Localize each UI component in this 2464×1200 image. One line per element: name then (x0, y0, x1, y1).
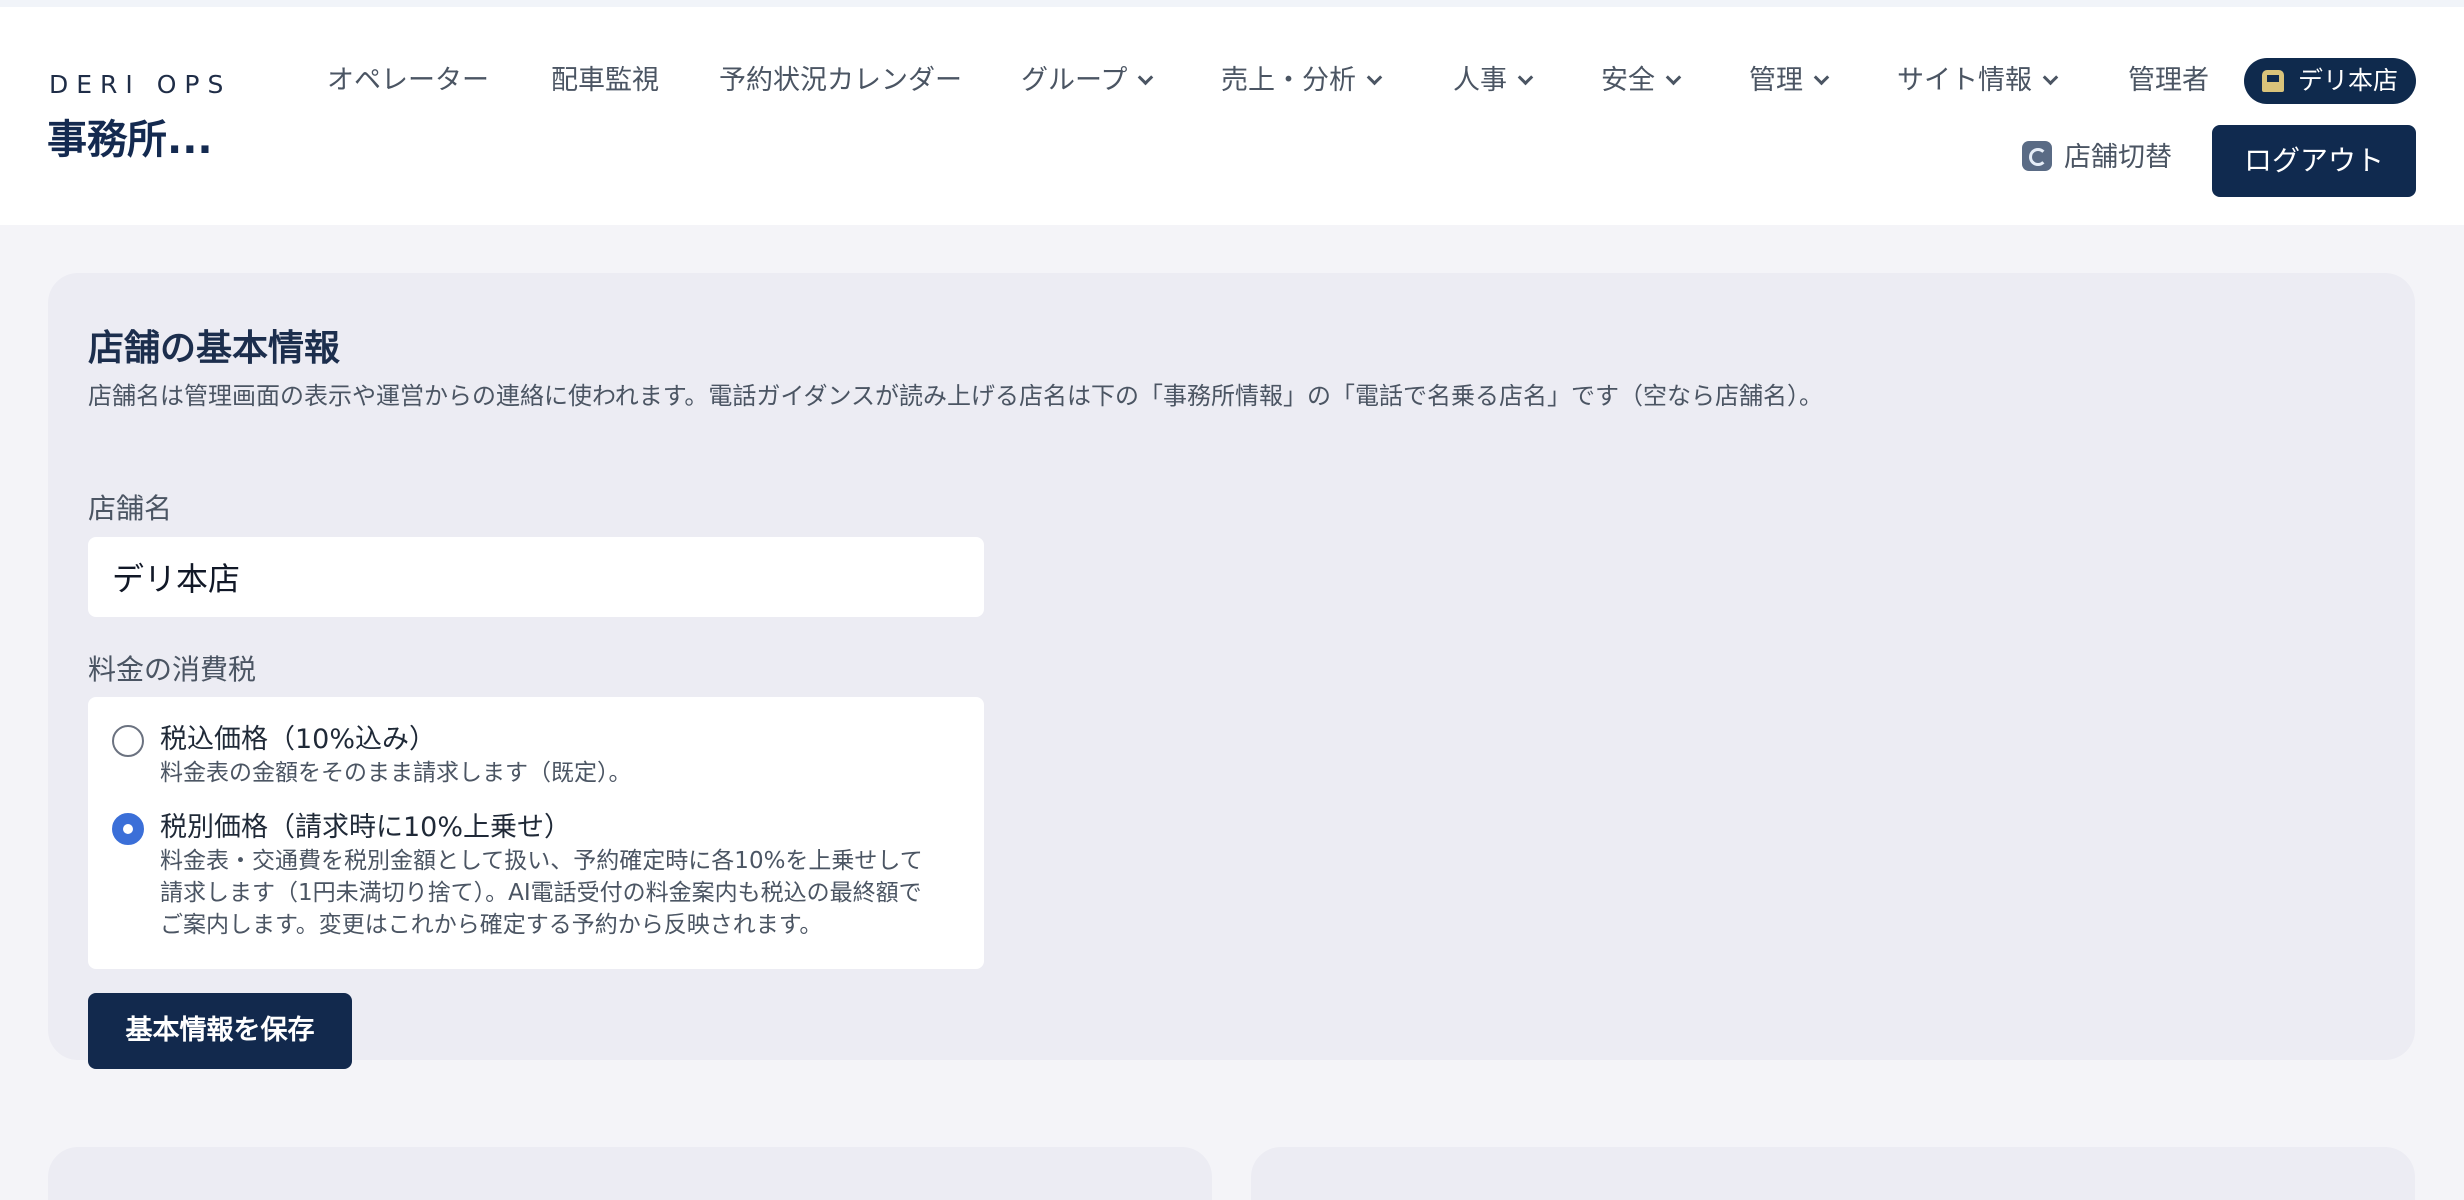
chevron-down-icon (1813, 69, 1830, 86)
chevron-down-icon (1665, 69, 1682, 86)
basic-info-description: 店舗名は管理画面の表示や運営からの連絡に使われます。電話ガイダンスが読み上げる店… (88, 382, 1823, 410)
top-strip (0, 0, 2464, 7)
main-content: 店舗の基本情報 店舗名は管理画面の表示や運営からの連絡に使われます。電話ガイダン… (0, 225, 2464, 1200)
secondary-card (1251, 1147, 2415, 1200)
store-name-label: 店舗名 (88, 492, 173, 525)
current-store-badge[interactable]: デリ本店 (2244, 58, 2416, 104)
tax-exclusive-radio[interactable] (112, 813, 144, 845)
nav-item-sales-analytics[interactable]: 売上・分析 (1221, 59, 1383, 103)
nav-item-operator[interactable]: オペレーター (327, 59, 489, 103)
save-basic-info-button[interactable]: 基本情報を保存 (88, 993, 352, 1069)
chevron-down-icon (1366, 69, 1383, 86)
nav-item-reservation-calendar[interactable]: 予約状況カレンダー (719, 59, 962, 103)
chevron-down-icon (1517, 69, 1534, 86)
nav-item-admin[interactable]: 管理者 (2128, 59, 2209, 103)
tax-exclusive-desc-line: ご案内します。変更はこれから確定する予約から反映されます。 (160, 912, 823, 938)
nav-item-site-info-label: サイト情報 (1897, 65, 2032, 96)
nav-item-safety-label: 安全 (1601, 65, 1655, 96)
tax-mode-label: 料金の消費税 (88, 653, 257, 686)
nav-item-group[interactable]: グループ (1021, 59, 1154, 103)
nav-item-safety[interactable]: 安全 (1601, 59, 1682, 103)
brand-title[interactable]: 事務所... (47, 107, 213, 165)
refresh-icon (2022, 140, 2052, 171)
nav-item-hr[interactable]: 人事 (1453, 59, 1534, 103)
store-switch-button[interactable]: 店舗切替 (2022, 135, 2172, 181)
nav-item-site-info[interactable]: サイト情報 (1897, 59, 2059, 103)
office-info-card (48, 1147, 1212, 1200)
basic-info-card: 店舗の基本情報 店舗名は管理画面の表示や運営からの連絡に使われます。電話ガイダン… (48, 273, 2415, 1069)
nav-item-group-label: グループ (1021, 65, 1128, 96)
logout-button[interactable]: ログアウト (2212, 125, 2416, 197)
chevron-down-icon (2042, 69, 2059, 86)
tax-inclusive-desc: 料金表の金額をそのまま請求します（既定）。 (160, 757, 632, 789)
nav-item-management[interactable]: 管理 (1749, 59, 1830, 103)
tax-exclusive-desc-line: 請求します（1円未満切り捨て）。AI電話受付の料金案内も税込の最終額で (160, 880, 922, 906)
chevron-down-icon (1138, 69, 1154, 86)
tax-inclusive-desc-line: 料金表の金額をそのまま請求します（既定）。 (160, 760, 632, 786)
tax-exclusive-desc-line: 料金表・交通費を税別金額として扱い、予約確定時に各10%を上乗せして (160, 848, 923, 874)
store-switch-label: 店舗切替 (2064, 142, 2172, 173)
nav-item-dispatch-monitor[interactable]: 配車監視 (551, 59, 659, 103)
store-name-input[interactable] (88, 537, 984, 617)
main-nav: オペレーター 配車監視 予約状況カレンダー グループ 売上・分析 人事 安全 管… (0, 59, 2464, 103)
tax-inclusive-title[interactable]: 税込価格（10%込み） (160, 717, 436, 756)
app-header: DERI OPS 事務所... オペレーター 配車監視 予約状況カレンダー グル… (0, 7, 2464, 225)
tax-exclusive-title[interactable]: 税別価格（請求時に10%上乗せ） (160, 805, 571, 844)
current-store-label: デリ本店 (2298, 66, 2399, 95)
tax-mode-options: 税込価格（10%込み） 料金表の金額をそのまま請求します（既定）。 税別価格（請… (88, 697, 984, 969)
tax-inclusive-radio[interactable] (112, 725, 144, 757)
basic-info-title: 店舗の基本情報 (88, 328, 341, 369)
nav-item-hr-label: 人事 (1453, 65, 1507, 96)
store-icon (2262, 70, 2284, 92)
nav-item-management-label: 管理 (1749, 65, 1803, 96)
tax-exclusive-desc: 料金表・交通費を税別金額として扱い、予約確定時に各10%を上乗せして 請求します… (160, 845, 923, 941)
nav-item-sales-label: 売上・分析 (1221, 65, 1356, 96)
